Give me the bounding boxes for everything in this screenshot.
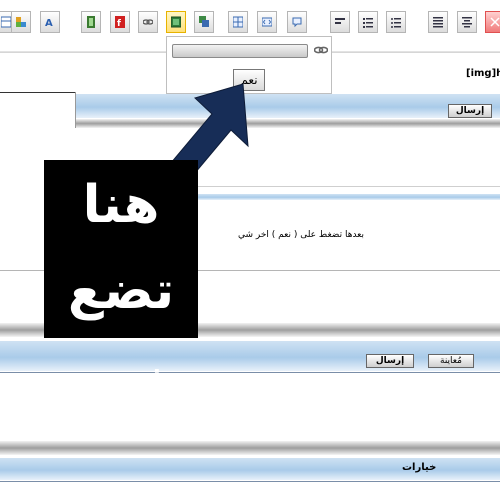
ordered-list-button[interactable] [358,11,378,33]
flash-button[interactable]: f [110,11,130,33]
align-justify-button[interactable] [428,11,448,33]
body-text: بعدها تضغط على ( نعم ) اخر شي [237,230,365,240]
unordered-list-icon [391,18,401,28]
options-label: خيارات [402,462,437,473]
spell-check-button[interactable]: A [40,11,60,33]
quick-reply-band [76,94,500,118]
quick-reply-bottom-bar [76,119,500,128]
quick-reply-send-button[interactable]: إرسال [448,104,492,118]
insert-object-icon [16,17,26,27]
svg-text:A: A [45,18,53,28]
spell-check-icon: A [45,18,53,28]
preview-button[interactable]: مُعاينة [428,354,474,368]
link-icon[interactable] [314,45,328,55]
close-icon [490,17,500,27]
close-button[interactable] [485,11,500,33]
options-top-bar [0,441,500,455]
align-left-icon [335,18,345,24]
align-justify-icon [433,17,443,28]
code-button[interactable] [257,11,277,33]
image-url-input[interactable] [172,44,308,58]
options-divider [0,481,500,482]
gallery-icon [199,16,209,27]
film-button[interactable] [81,11,101,33]
quote-icon [292,17,302,28]
film-icon [87,16,95,28]
image-icon [171,16,181,28]
table-icon [1,16,11,28]
editor-border-top-left [0,92,76,93]
annotation-line-2: نعم [76,347,166,407]
svg-text:f: f [117,19,121,28]
insert-object-button[interactable] [11,11,31,33]
quote-button[interactable] [287,11,307,33]
align-center-icon [462,17,472,28]
code-icon [262,17,272,27]
ordered-list-icon [363,18,373,28]
gallery-button[interactable] [194,11,214,33]
link-button[interactable] [138,11,158,33]
reply-send-button[interactable]: إرسال [366,354,414,368]
editor-img-tag-text: [img]h [466,68,500,79]
unordered-list-button[interactable] [386,11,406,33]
align-left-button[interactable] [330,11,350,33]
image-button[interactable] [166,11,186,33]
align-center-button[interactable] [457,11,477,33]
grid-icon [233,16,243,28]
link-icon [143,19,153,25]
grid-button[interactable] [228,11,248,33]
annotation-line-1: هنا تضع [67,175,175,321]
flash-icon: f [115,16,125,28]
annotation-text: هنا تضع نعم [44,162,198,420]
